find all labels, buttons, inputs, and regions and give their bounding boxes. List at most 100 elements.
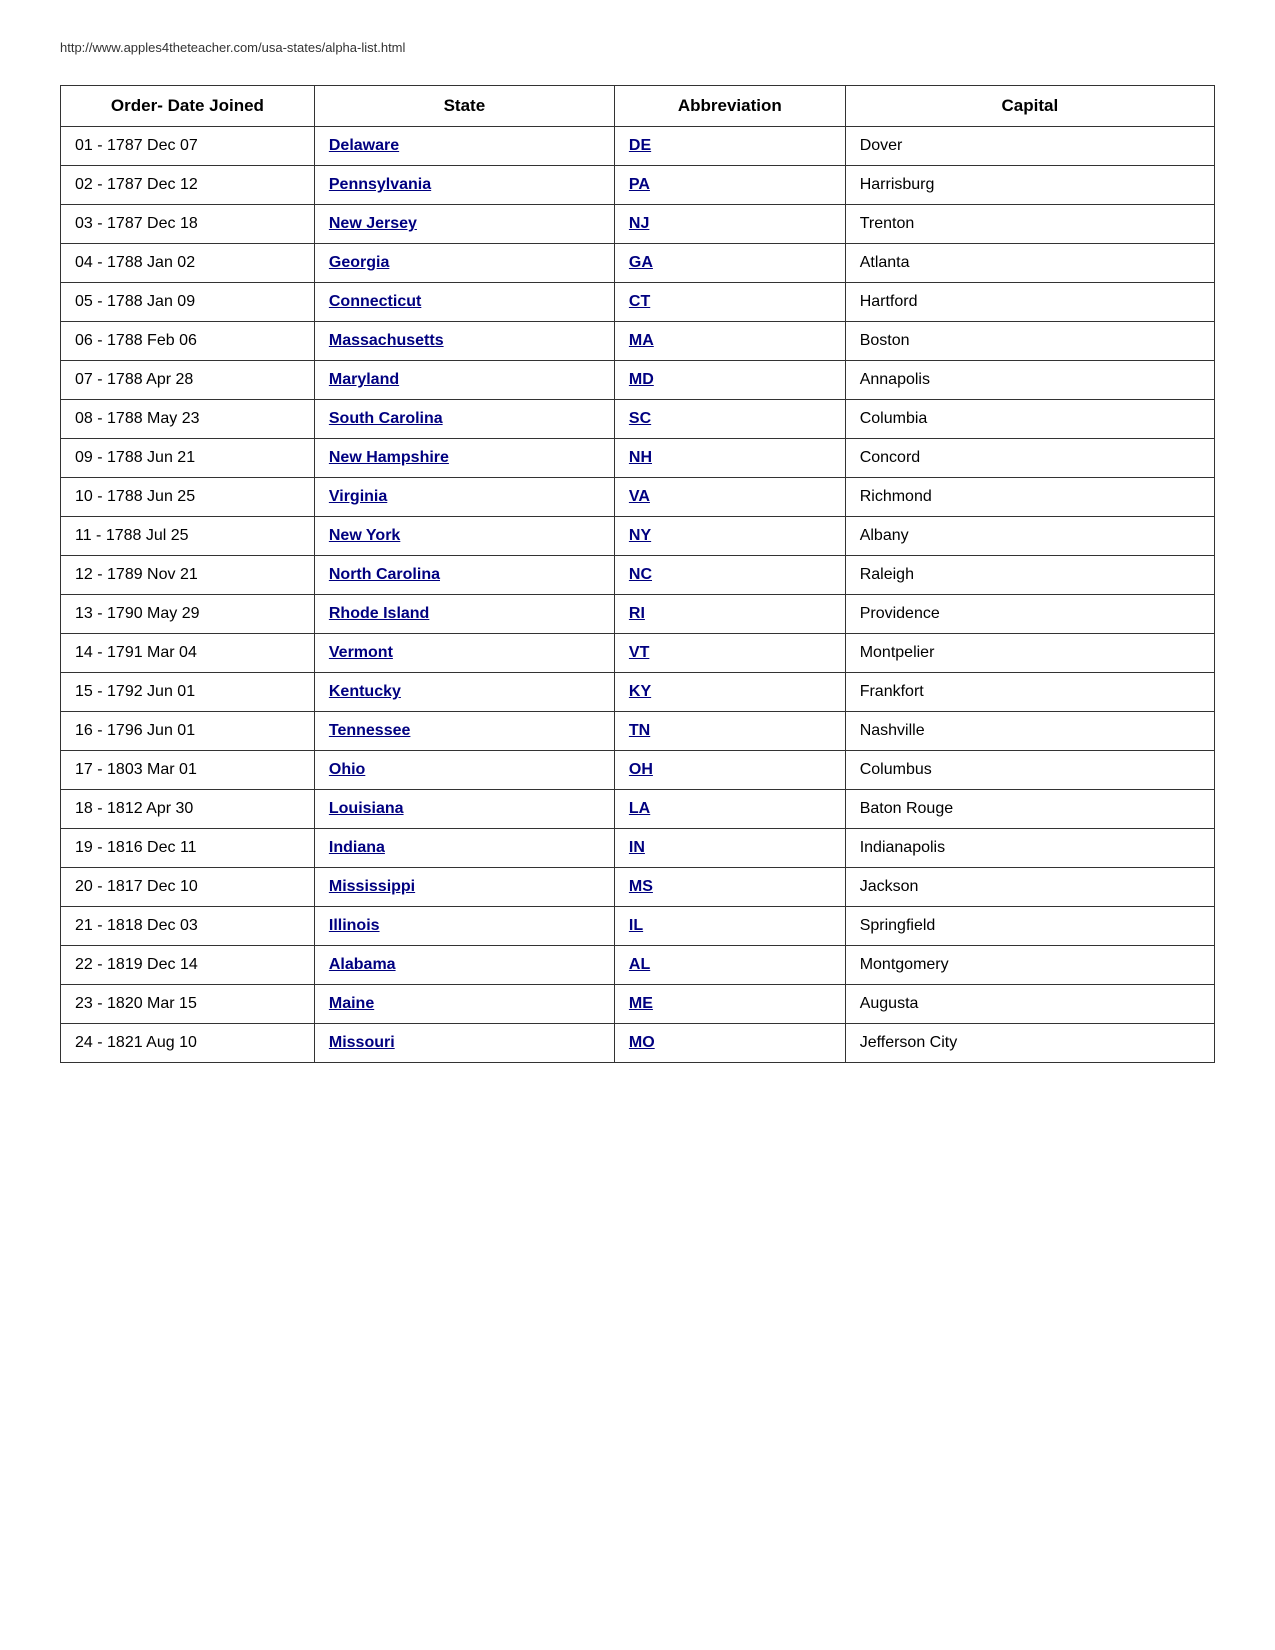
abbreviation-link[interactable]: KY [629,683,651,700]
state-link[interactable]: North Carolina [329,566,440,583]
state-link[interactable]: Massachusetts [329,332,444,349]
cell-state[interactable]: Mississippi [314,868,614,907]
cell-state[interactable]: Alabama [314,946,614,985]
table-row: 05 - 1788 Jan 09ConnecticutCTHartford [61,283,1215,322]
state-link[interactable]: Virginia [329,488,387,505]
cell-abbreviation[interactable]: VT [614,634,845,673]
state-link[interactable]: Missouri [329,1034,395,1051]
cell-abbreviation[interactable]: NC [614,556,845,595]
abbreviation-link[interactable]: VT [629,644,649,661]
abbreviation-link[interactable]: GA [629,254,653,271]
cell-state[interactable]: Delaware [314,127,614,166]
abbreviation-link[interactable]: IN [629,839,645,856]
abbreviation-link[interactable]: SC [629,410,651,427]
state-link[interactable]: Maryland [329,371,399,388]
state-link[interactable]: Maine [329,995,374,1012]
state-link[interactable]: Mississippi [329,878,415,895]
abbreviation-link[interactable]: OH [629,761,653,778]
cell-abbreviation[interactable]: VA [614,478,845,517]
cell-abbreviation[interactable]: MD [614,361,845,400]
abbreviation-link[interactable]: DE [629,137,651,154]
state-link[interactable]: Tennessee [329,722,411,739]
state-link[interactable]: Georgia [329,254,389,271]
state-link[interactable]: New Hampshire [329,449,449,466]
state-link[interactable]: Kentucky [329,683,401,700]
cell-state[interactable]: Indiana [314,829,614,868]
cell-state[interactable]: Louisiana [314,790,614,829]
cell-abbreviation[interactable]: MO [614,1024,845,1063]
abbreviation-link[interactable]: MO [629,1034,655,1051]
cell-abbreviation[interactable]: KY [614,673,845,712]
cell-abbreviation[interactable]: AL [614,946,845,985]
state-link[interactable]: Rhode Island [329,605,429,622]
cell-abbreviation[interactable]: RI [614,595,845,634]
cell-abbreviation[interactable]: NH [614,439,845,478]
cell-abbreviation[interactable]: CT [614,283,845,322]
state-link[interactable]: Pennsylvania [329,176,431,193]
abbreviation-link[interactable]: RI [629,605,645,622]
cell-state[interactable]: Kentucky [314,673,614,712]
cell-state[interactable]: Georgia [314,244,614,283]
state-link[interactable]: South Carolina [329,410,443,427]
cell-state[interactable]: Maryland [314,361,614,400]
state-link[interactable]: Delaware [329,137,399,154]
state-link[interactable]: New Jersey [329,215,417,232]
cell-state[interactable]: Tennessee [314,712,614,751]
cell-abbreviation[interactable]: ME [614,985,845,1024]
cell-abbreviation[interactable]: MA [614,322,845,361]
abbreviation-link[interactable]: NH [629,449,652,466]
abbreviation-link[interactable]: TN [629,722,650,739]
cell-state[interactable]: North Carolina [314,556,614,595]
cell-state[interactable]: Massachusetts [314,322,614,361]
state-link[interactable]: Vermont [329,644,393,661]
cell-order: 18 - 1812 Apr 30 [61,790,315,829]
abbreviation-link[interactable]: PA [629,176,650,193]
abbreviation-link[interactable]: NJ [629,215,649,232]
state-link[interactable]: Indiana [329,839,385,856]
cell-order: 17 - 1803 Mar 01 [61,751,315,790]
cell-state[interactable]: Maine [314,985,614,1024]
cell-state[interactable]: Missouri [314,1024,614,1063]
state-link[interactable]: Connecticut [329,293,421,310]
cell-abbreviation[interactable]: IN [614,829,845,868]
abbreviation-link[interactable]: MD [629,371,654,388]
cell-state[interactable]: New York [314,517,614,556]
cell-abbreviation[interactable]: DE [614,127,845,166]
abbreviation-link[interactable]: IL [629,917,643,934]
cell-abbreviation[interactable]: GA [614,244,845,283]
abbreviation-link[interactable]: MA [629,332,654,349]
cell-state[interactable]: Virginia [314,478,614,517]
cell-capital: Montgomery [845,946,1214,985]
cell-state[interactable]: Rhode Island [314,595,614,634]
cell-state[interactable]: New Hampshire [314,439,614,478]
cell-abbreviation[interactable]: IL [614,907,845,946]
cell-abbreviation[interactable]: OH [614,751,845,790]
cell-state[interactable]: Vermont [314,634,614,673]
abbreviation-link[interactable]: AL [629,956,650,973]
state-link[interactable]: Alabama [329,956,396,973]
cell-abbreviation[interactable]: SC [614,400,845,439]
abbreviation-link[interactable]: NC [629,566,652,583]
cell-abbreviation[interactable]: TN [614,712,845,751]
state-link[interactable]: New York [329,527,400,544]
abbreviation-link[interactable]: LA [629,800,650,817]
abbreviation-link[interactable]: NY [629,527,651,544]
abbreviation-link[interactable]: MS [629,878,653,895]
cell-state[interactable]: Connecticut [314,283,614,322]
cell-state[interactable]: South Carolina [314,400,614,439]
abbreviation-link[interactable]: CT [629,293,650,310]
cell-abbreviation[interactable]: NJ [614,205,845,244]
state-link[interactable]: Illinois [329,917,380,934]
cell-abbreviation[interactable]: PA [614,166,845,205]
cell-state[interactable]: Illinois [314,907,614,946]
state-link[interactable]: Ohio [329,761,365,778]
cell-abbreviation[interactable]: MS [614,868,845,907]
cell-abbreviation[interactable]: LA [614,790,845,829]
cell-abbreviation[interactable]: NY [614,517,845,556]
cell-state[interactable]: Pennsylvania [314,166,614,205]
cell-state[interactable]: Ohio [314,751,614,790]
abbreviation-link[interactable]: VA [629,488,650,505]
abbreviation-link[interactable]: ME [629,995,653,1012]
state-link[interactable]: Louisiana [329,800,404,817]
cell-state[interactable]: New Jersey [314,205,614,244]
